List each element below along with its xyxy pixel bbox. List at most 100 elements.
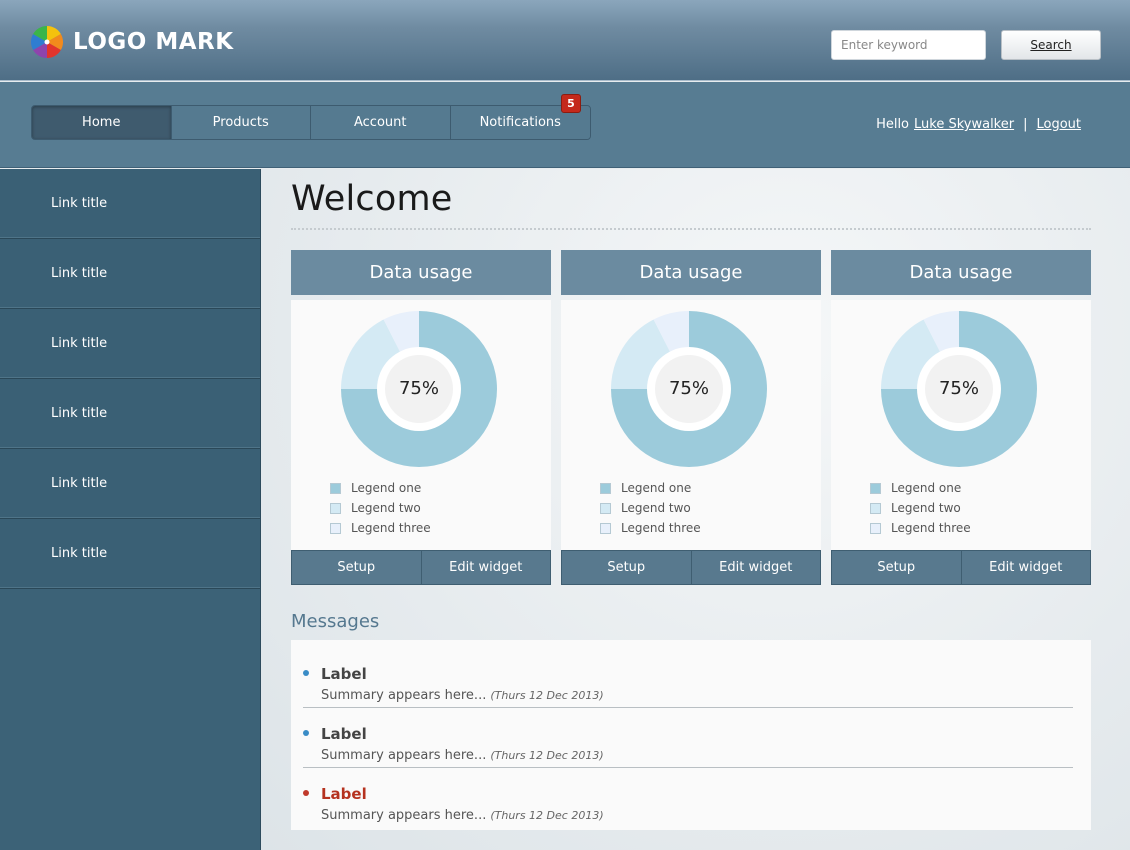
summary-text: Summary appears here... (321, 748, 487, 763)
message-label: Label (321, 665, 367, 683)
legend-item: Legend three (600, 518, 701, 538)
sidebar-item-4[interactable]: Link title (0, 379, 260, 449)
message-summary: Summary appears here... (Thurs 12 Dec 201… (321, 808, 604, 823)
message-label: Label (321, 725, 367, 743)
legend-item: Legend two (600, 498, 701, 518)
widget-body: 75% Legend one Legend two Legend three (831, 300, 1091, 550)
greeting-text: Hello (876, 117, 910, 132)
widget-title: Data usage (561, 250, 821, 295)
tab-account[interactable]: Account (311, 106, 451, 139)
setup-button[interactable]: Setup (292, 551, 422, 584)
main-content: Welcome Data usage 75% Legend one Legend… (261, 169, 1130, 850)
sidebar-item-5[interactable]: Link title (0, 449, 260, 519)
nav-bar: Home Products Account Notifications 5 He… (0, 82, 1130, 168)
legend-label: Legend three (621, 521, 701, 535)
legend-swatch (600, 502, 611, 514)
message-summary: Summary appears here... (Thurs 12 Dec 201… (321, 688, 604, 703)
messages-list: Label Summary appears here... (Thurs 12 D… (291, 640, 1091, 830)
legend-label: Legend one (891, 481, 962, 495)
user-box: Hello Luke Skywalker | Logout (876, 117, 1081, 132)
edit-widget-button[interactable]: Edit widget (691, 551, 820, 584)
edit-widget-button[interactable]: Edit widget (961, 551, 1090, 584)
message-label: Label (321, 785, 367, 803)
status-dot (303, 670, 309, 676)
logo[interactable]: LOGO MARK (31, 26, 234, 58)
legend-item: Legend three (870, 518, 971, 538)
legend-swatch (600, 482, 611, 494)
widget-body: 75% Legend one Legend two Legend three (291, 300, 551, 550)
message-date: (Thurs 12 Dec 2013) (490, 689, 604, 702)
tab-notifications-label: Notifications (479, 115, 561, 130)
main-tabs: Home Products Account Notifications 5 (31, 94, 591, 140)
sidebar: Link title Link title Link title Link ti… (0, 169, 261, 850)
legend-item: Legend two (330, 498, 431, 518)
chart-legend: Legend one Legend two Legend three (870, 478, 971, 538)
top-header: LOGO MARK Search (0, 0, 1130, 81)
sidebar-item-1[interactable]: Link title (0, 169, 260, 239)
chart-legend: Legend one Legend two Legend three (600, 478, 701, 538)
legend-label: Legend three (891, 521, 971, 535)
legend-item: Legend two (870, 498, 971, 518)
widget-actions: Setup Edit widget (291, 550, 551, 585)
legend-item: Legend three (330, 518, 431, 538)
legend-label: Legend one (351, 481, 422, 495)
legend-label: Legend two (891, 501, 961, 515)
legend-item: Legend one (600, 478, 701, 498)
summary-text: Summary appears here... (321, 688, 487, 703)
tab-products[interactable]: Products (171, 106, 311, 139)
widget-title: Data usage (291, 250, 551, 295)
widget-actions: Setup Edit widget (831, 550, 1091, 585)
summary-text: Summary appears here... (321, 808, 487, 823)
tab-home[interactable]: Home (32, 106, 172, 139)
donut-percent-label: 75% (668, 378, 709, 399)
legend-item: Legend one (330, 478, 431, 498)
legend-swatch (330, 522, 341, 534)
widget-title: Data usage (831, 250, 1091, 295)
title-divider (291, 228, 1091, 230)
message-item[interactable]: Label Summary appears here... (Thurs 12 D… (303, 708, 1073, 768)
status-dot (303, 730, 309, 736)
message-item[interactable]: Label Summary appears here... (Thurs 12 D… (303, 648, 1073, 708)
data-usage-widget-1: Data usage 75% Legend one Legend two Leg… (291, 250, 551, 585)
legend-swatch (870, 482, 881, 494)
messages-heading: Messages (291, 611, 380, 632)
message-date: (Thurs 12 Dec 2013) (490, 749, 604, 762)
legend-item: Legend one (870, 478, 971, 498)
page-title: Welcome (291, 179, 453, 219)
legend-swatch (870, 502, 881, 514)
user-name-link[interactable]: Luke Skywalker (914, 117, 1014, 132)
sidebar-item-6[interactable]: Link title (0, 519, 260, 589)
sidebar-item-3[interactable]: Link title (0, 309, 260, 379)
message-date: (Thurs 12 Dec 2013) (490, 809, 604, 822)
setup-button[interactable]: Setup (562, 551, 692, 584)
legend-swatch (330, 482, 341, 494)
legend-label: Legend two (351, 501, 421, 515)
message-item[interactable]: Label Summary appears here... (Thurs 12 D… (303, 768, 1073, 828)
legend-swatch (600, 522, 611, 534)
tab-notifications[interactable]: Notifications 5 (450, 94, 590, 139)
legend-swatch (870, 522, 881, 534)
message-summary: Summary appears here... (Thurs 12 Dec 201… (321, 748, 604, 763)
logout-link[interactable]: Logout (1036, 117, 1081, 132)
separator: | (1023, 117, 1028, 132)
data-usage-widget-3: Data usage 75% Legend one Legend two Leg… (831, 250, 1091, 585)
sidebar-item-2[interactable]: Link title (0, 239, 260, 309)
legend-label: Legend three (351, 521, 431, 535)
search-button[interactable]: Search (1001, 30, 1101, 60)
logo-text: LOGO MARK (73, 29, 234, 55)
logo-icon (31, 26, 63, 58)
donut-percent-label: 75% (398, 378, 439, 399)
legend-label: Legend one (621, 481, 692, 495)
setup-button[interactable]: Setup (832, 551, 962, 584)
notification-count-badge: 5 (561, 94, 581, 113)
chart-legend: Legend one Legend two Legend three (330, 478, 431, 538)
status-dot (303, 790, 309, 796)
edit-widget-button[interactable]: Edit widget (421, 551, 550, 584)
legend-label: Legend two (621, 501, 691, 515)
search-input[interactable] (831, 30, 986, 60)
legend-swatch (330, 502, 341, 514)
data-usage-widget-2: Data usage 75% Legend one Legend two Leg… (561, 250, 821, 585)
widget-body: 75% Legend one Legend two Legend three (561, 300, 821, 550)
donut-percent-label: 75% (938, 378, 979, 399)
widget-actions: Setup Edit widget (561, 550, 821, 585)
